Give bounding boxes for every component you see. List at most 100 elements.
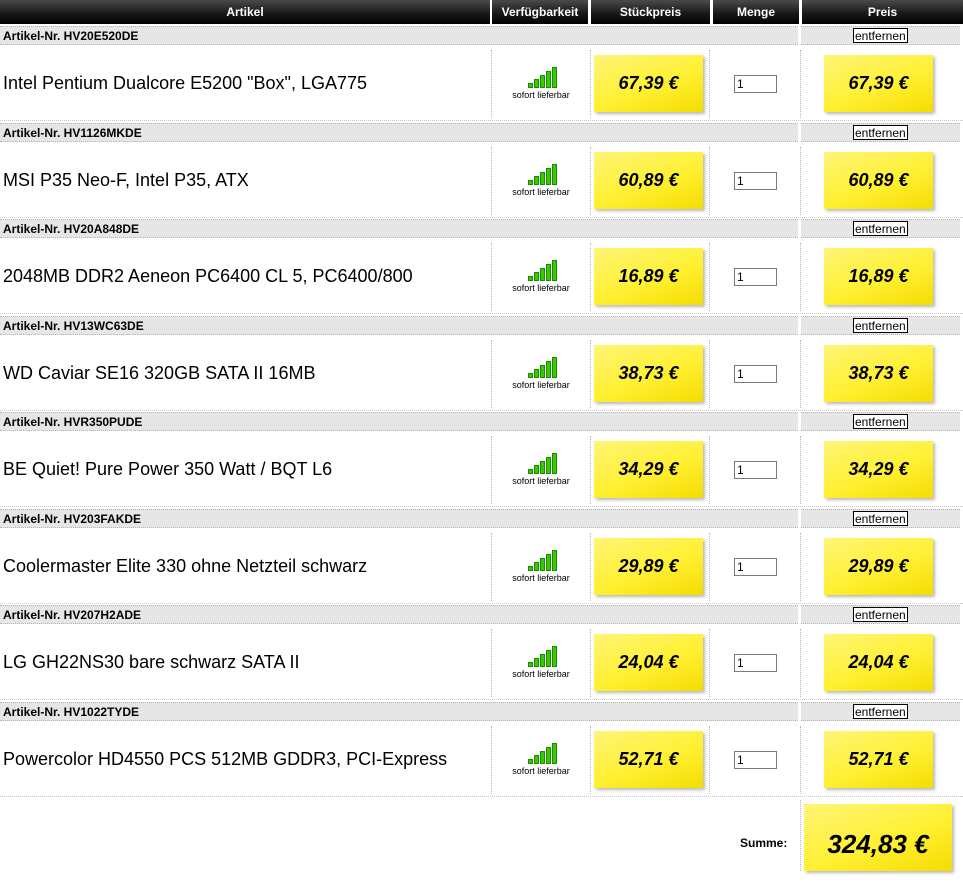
article-number-row: Artikel-Nr. HV1022TYDE entfernen — [0, 700, 963, 722]
remove-button[interactable]: entfernen — [853, 703, 908, 719]
header-stueckpreis: Stückpreis — [591, 0, 710, 24]
article-number: Artikel-Nr. HV207H2ADE — [0, 605, 798, 624]
remove-button[interactable]: entfernen — [853, 28, 908, 43]
article-number-row: Artikel-Nr. HVR350PUDE entfernen — [0, 410, 963, 432]
remove-cell: entfernen — [801, 122, 960, 142]
remove-button[interactable]: entfernen — [853, 317, 908, 333]
remove-cell: entfernen — [801, 701, 960, 721]
product-row: Coolermaster Elite 330 ohne Netzteil sch… — [0, 529, 963, 604]
product-name: WD Caviar SE16 320GB SATA II 16MB — [3, 362, 316, 383]
line-total-note: 34,29 € — [824, 441, 933, 498]
quantity-input[interactable] — [734, 75, 777, 93]
availability-cell: sofort lieferbar — [492, 722, 590, 797]
signal-bars-icon — [528, 742, 558, 764]
column-divider — [800, 50, 801, 118]
line-total-note: 60,89 € — [824, 151, 933, 209]
line-total-note: 16,89 € — [824, 248, 933, 305]
signal-bars-icon — [528, 163, 558, 185]
column-divider — [709, 436, 710, 504]
article-number: Artikel-Nr. HV1022TYDE — [0, 701, 798, 721]
summary-divider — [800, 800, 801, 871]
unit-price-note: 67,39 € — [594, 55, 703, 112]
availability-status: sofort lieferbar — [512, 90, 570, 100]
row-divider — [0, 795, 963, 797]
cart-item: Artikel-Nr. HV203FAKDE entfernen Coolerm… — [0, 507, 963, 604]
availability-status: sofort lieferbar — [512, 572, 570, 583]
quantity-input[interactable] — [734, 364, 777, 383]
column-divider — [709, 339, 710, 408]
article-number-row: Artikel-Nr. HV203FAKDE entfernen — [0, 507, 963, 529]
article-number: Artikel-Nr. HVR350PUDE — [0, 412, 798, 431]
quantity-input[interactable] — [734, 654, 777, 672]
article-number: Artikel-Nr. HV203FAKDE — [0, 508, 798, 528]
column-divider — [590, 243, 591, 311]
header-preis: Preis — [802, 0, 963, 24]
availability-cell: sofort lieferbar — [492, 336, 590, 411]
quantity-input[interactable] — [734, 461, 777, 479]
article-number: Artikel-Nr. HV1126MKDE — [0, 122, 798, 142]
availability-status: sofort lieferbar — [512, 765, 570, 776]
signal-bars-icon — [528, 645, 558, 667]
quantity-input[interactable] — [734, 557, 777, 576]
column-divider — [590, 436, 591, 504]
column-divider — [709, 243, 710, 311]
signal-bars-icon — [528, 452, 558, 474]
product-row: Intel Pentium Dualcore E5200 "Box", LGA7… — [0, 46, 963, 121]
article-number-row: Artikel-Nr. HV20E520DE entfernen — [0, 24, 963, 46]
product-row: BE Quiet! Pure Power 350 Watt / BQT L6 s… — [0, 432, 963, 507]
cart-item: Artikel-Nr. HV1126MKDE entfernen MSI P35… — [0, 121, 963, 218]
article-number-row: Artikel-Nr. HV13WC63DE entfernen — [0, 314, 963, 336]
product-name: Intel Pentium Dualcore E5200 "Box", LGA7… — [3, 73, 367, 93]
article-number-row: Artikel-Nr. HV207H2ADE entfernen — [0, 603, 963, 625]
remove-cell: entfernen — [801, 508, 960, 528]
column-divider — [709, 629, 710, 697]
cart-item: Artikel-Nr. HV20A848DE entfernen 2048MB … — [0, 217, 963, 314]
column-divider — [590, 50, 591, 118]
availability-status: sofort lieferbar — [512, 283, 570, 293]
signal-bars-icon — [528, 356, 558, 378]
product-row: Powercolor HD4550 PCS 512MB GDDR3, PCI-E… — [0, 722, 963, 797]
remove-cell: entfernen — [801, 219, 960, 238]
column-divider — [800, 146, 801, 215]
column-divider — [590, 629, 591, 697]
article-number: Artikel-Nr. HV13WC63DE — [0, 315, 798, 335]
availability-cell: sofort lieferbar — [492, 239, 590, 314]
availability-cell: sofort lieferbar — [492, 625, 590, 700]
signal-bars-icon — [528, 259, 558, 281]
header-verfuegbarkeit: Verfügbarkeit — [492, 0, 588, 24]
summary-total-note: 324,83 € — [804, 804, 952, 871]
quantity-input[interactable] — [734, 268, 777, 286]
remove-button[interactable]: entfernen — [853, 124, 908, 140]
column-divider — [709, 725, 710, 794]
quantity-input[interactable] — [734, 750, 777, 769]
remove-button[interactable]: entfernen — [853, 607, 908, 622]
availability-cell: sofort lieferbar — [492, 432, 590, 507]
product-name: 2048MB DDR2 Aeneon PC6400 CL 5, PC6400/8… — [3, 266, 413, 286]
column-divider — [800, 243, 801, 311]
article-number: Artikel-Nr. HV20E520DE — [0, 26, 798, 45]
remove-cell: entfernen — [801, 605, 960, 624]
product-name: Powercolor HD4550 PCS 512MB GDDR3, PCI-E… — [3, 748, 448, 769]
header-menge: Menge — [713, 0, 799, 24]
product-row: WD Caviar SE16 320GB SATA II 16MB sofort… — [0, 336, 963, 411]
remove-button[interactable]: entfernen — [853, 414, 908, 429]
cart-table-header: Artikel Verfügbarkeit Stückpreis Menge P… — [0, 0, 963, 24]
line-total-note: 67,39 € — [824, 55, 933, 112]
product-name: LG GH22NS30 bare schwarz SATA II — [3, 652, 300, 672]
remove-cell: entfernen — [801, 412, 960, 431]
article-number-row: Artikel-Nr. HV20A848DE entfernen — [0, 217, 963, 239]
remove-button[interactable]: entfernen — [853, 221, 908, 236]
unit-price-note: 38,73 € — [594, 344, 703, 402]
remove-button[interactable]: entfernen — [853, 510, 908, 526]
availability-status: sofort lieferbar — [512, 476, 570, 486]
availability-cell: sofort lieferbar — [492, 143, 590, 218]
summary-label: Summe: — [740, 836, 788, 850]
availability-status: sofort lieferbar — [512, 186, 570, 197]
column-divider — [800, 339, 801, 408]
signal-bars-icon — [528, 549, 558, 571]
column-divider — [800, 725, 801, 794]
unit-price-note: 60,89 € — [594, 151, 703, 209]
quantity-input[interactable] — [734, 171, 777, 190]
remove-cell: entfernen — [801, 315, 960, 335]
availability-status: sofort lieferbar — [512, 669, 570, 679]
